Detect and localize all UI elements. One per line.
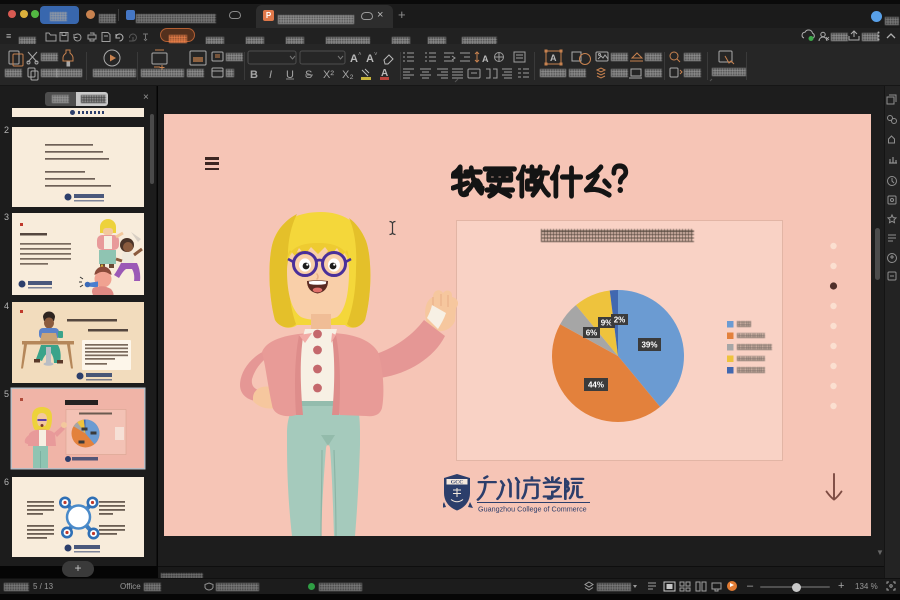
svg-text:A: A bbox=[550, 53, 557, 63]
svg-text:Guangzhou College of Commerce: Guangzhou College of Commerce bbox=[478, 505, 587, 514]
svg-text:39%: 39% bbox=[641, 341, 657, 350]
svg-text:9%: 9% bbox=[601, 319, 613, 328]
svg-text:A: A bbox=[482, 54, 489, 64]
svg-text:44%: 44% bbox=[588, 381, 604, 390]
svg-text:˄: ˄ bbox=[358, 52, 362, 58]
svg-text:A: A bbox=[366, 53, 374, 65]
svg-text:A: A bbox=[350, 53, 358, 65]
svg-text:˅: ˅ bbox=[374, 52, 378, 58]
svg-text:B: B bbox=[250, 69, 258, 81]
svg-text:2%: 2% bbox=[614, 316, 626, 325]
svg-text:I: I bbox=[269, 69, 272, 81]
svg-text:6%: 6% bbox=[586, 329, 598, 338]
svg-text:X₂: X₂ bbox=[342, 69, 354, 81]
svg-text:X²: X² bbox=[323, 69, 334, 81]
